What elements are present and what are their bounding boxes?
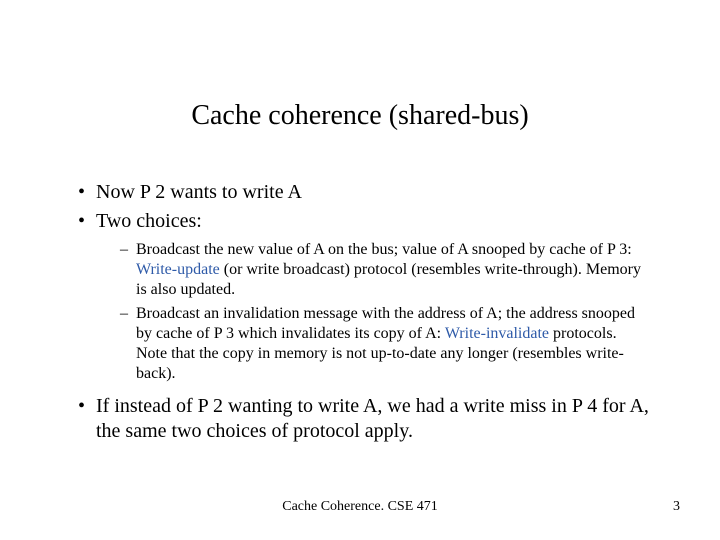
bullet-item: Two choices: Broadcast the new value of … <box>78 209 650 384</box>
slide: Cache coherence (shared-bus) Now P 2 wan… <box>0 0 720 540</box>
bullet-list: Now P 2 wants to write A Two choices: Br… <box>78 180 650 444</box>
bullet-item: Now P 2 wants to write A <box>78 180 650 205</box>
keyword-write-update: Write-update <box>136 261 220 278</box>
sub-text: Broadcast the new value of A on the bus;… <box>136 241 632 258</box>
footer-center: Cache Coherence. CSE 471 <box>0 499 720 515</box>
sub-bullet-item: Broadcast the new value of A on the bus;… <box>120 240 650 300</box>
bullet-item: If instead of P 2 wanting to write A, we… <box>78 394 650 444</box>
sub-bullet-list: Broadcast the new value of A on the bus;… <box>96 240 650 384</box>
slide-title: Cache coherence (shared-bus) <box>0 100 720 132</box>
page-number: 3 <box>673 499 680 515</box>
keyword-write-invalidate: Write-invalidate <box>445 325 549 342</box>
sub-bullet-item: Broadcast an invalidation message with t… <box>120 304 650 384</box>
bullet-text: Two choices: <box>96 210 202 232</box>
slide-body: Now P 2 wants to write A Two choices: Br… <box>78 180 650 448</box>
